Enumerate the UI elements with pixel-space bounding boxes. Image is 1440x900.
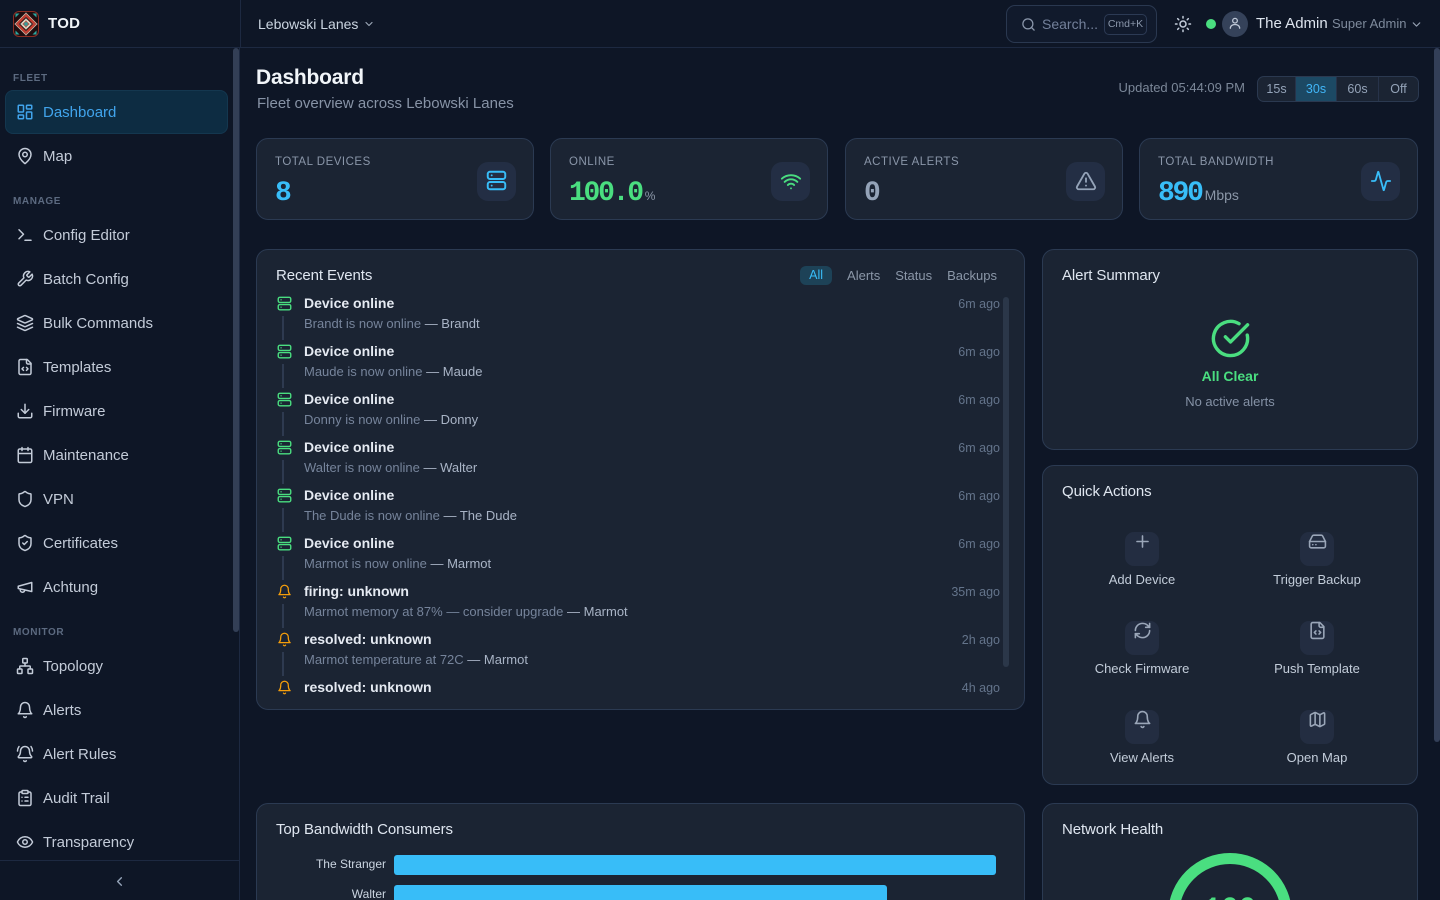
svg-text:100: 100 (1204, 893, 1256, 900)
